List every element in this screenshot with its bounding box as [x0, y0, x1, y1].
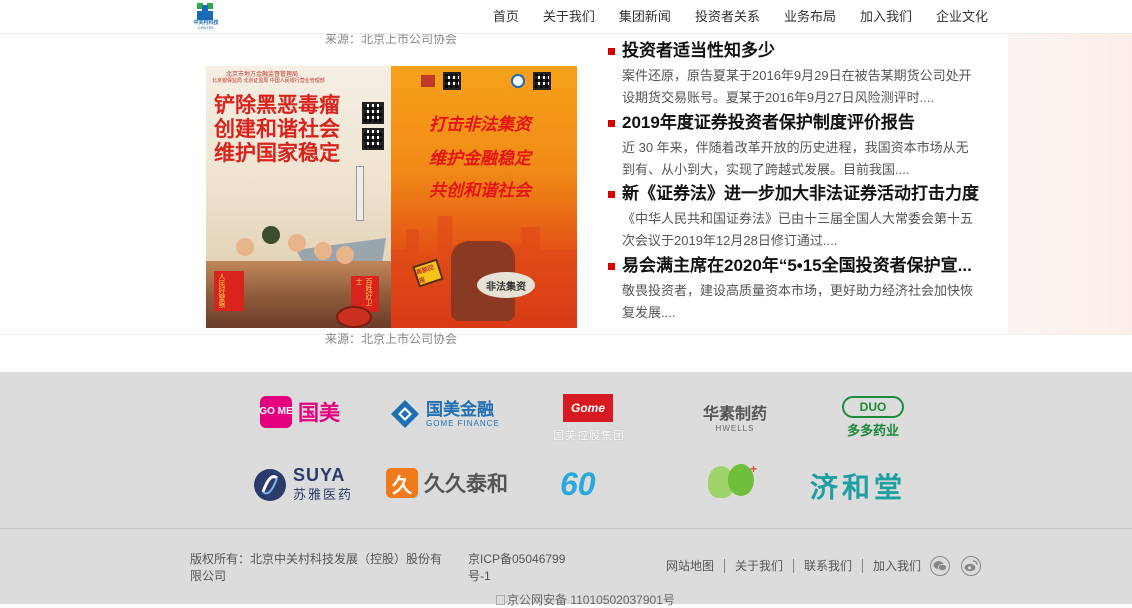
sixty-logo-icon: 60 [560, 466, 596, 502]
news-desc: 敬畏投资者，建设高质量资本市场，更好助力经济社会加快恢复发展.... [622, 283, 974, 320]
gome-finance-en: GOME FINANCE [426, 418, 500, 428]
poster-slogan-2: 维护金融稳定 [429, 149, 531, 168]
gome-finance-name: 国美金融 [426, 399, 494, 419]
nav-business[interactable]: 业务布局 [784, 0, 836, 34]
duoduo-logo-icon: DUO [842, 396, 904, 418]
jiujiu-name: 久久泰和 [424, 473, 508, 496]
suya-name: 苏雅医药 [293, 487, 354, 502]
news-title[interactable]: 新《证券法》进一步加大非法证券活动打击力度 [606, 184, 986, 204]
partner-gome-holding[interactable]: Gome 国美控股集团 [544, 394, 634, 443]
partner-green-brand[interactable]: + [702, 462, 762, 504]
page-footer: 版权所有：北京中关村科技发展（控股）股份有限公司 京ICP备05046799号-… [0, 528, 1132, 607]
news-desc: 近 30 年来，伴随着改革开放的历史进程，我国资本市场从无到有、从小到大，实现了… [622, 140, 969, 177]
drum-image [336, 306, 372, 328]
footer-links: 网站地图 关于我们 联系我们 加入我们 [666, 559, 931, 573]
jiujiu-logo-icon: 久 [386, 468, 418, 498]
duoduo-name: 多多药业 [846, 423, 899, 438]
main-nav: 首页 关于我们 集团新闻 投资者关系 业务布局 加入我们 企业文化 [469, 0, 988, 34]
company-logo[interactable]: 中关村科技 CENTEK [192, 3, 219, 31]
gome-holding-logo-icon: Gome [563, 394, 613, 422]
divider [0, 334, 1132, 335]
top-header: 中关村科技 CENTEK 首页 关于我们 集团新闻 投资者关系 业务布局 加入我… [0, 0, 1132, 34]
footer-link-about[interactable]: 关于我们 [724, 559, 793, 573]
poster-slogan-3: 维护国家稳定 [214, 142, 340, 165]
news-title[interactable]: 易会满主席在2020年“5•15全国投资者保护宣... [606, 256, 986, 276]
plus-icon: + [750, 462, 758, 476]
partner-jihetang[interactable]: 济和堂 [810, 466, 906, 506]
news-item[interactable]: 2019年度证券投资者保护制度评价报告 近 30 年来，伴随着改革开放的历史进程… [606, 113, 986, 181]
news-title[interactable]: 2019年度证券投资者保护制度评价报告 [606, 113, 986, 133]
nav-group-news[interactable]: 集团新闻 [619, 0, 671, 34]
poster-slogan-3: 共创和谐社会 [429, 181, 531, 200]
huasu-en: HWELLS [715, 424, 755, 433]
copyright-text: 版权所有：北京中关村科技发展（控股）股份有限公司 [190, 552, 443, 583]
logo-text-en: CENTEK [197, 25, 215, 30]
footer-link-join[interactable]: 加入我们 [862, 559, 931, 573]
icp-link[interactable]: 京ICP备05046799号-1 [468, 551, 578, 585]
news-item[interactable]: 新《证券法》进一步加大非法证券活动打击力度 《中华人民共和国证券法》已由十三届全… [606, 184, 986, 252]
person-image [336, 246, 354, 264]
nav-join-us[interactable]: 加入我们 [860, 0, 912, 34]
partner-suya[interactable]: SUYA 苏雅医药 [253, 466, 353, 503]
suya-en: SUYA [293, 465, 346, 485]
poster-slogan-1: 打击非法集资 [429, 115, 531, 134]
news-item[interactable]: 易会满主席在2020年“5•15全国投资者保护宣... 敬畏投资者，建设高质量资… [606, 256, 986, 324]
partner-60[interactable]: 60 [560, 466, 596, 503]
police-record[interactable]: 京公网安备 11010502037901号 [496, 591, 675, 608]
nav-about[interactable]: 关于我们 [543, 0, 595, 34]
news-desc: 《中华人民共和国证券法》已由十三届全国人大常委会第十五次会议于2019年12月2… [622, 211, 974, 248]
police-record-text: 京公网安备 11010502037901号 [507, 593, 675, 607]
money-bag-text: 非法集资 [477, 272, 535, 298]
banner-flag: 人民好警察 [214, 271, 244, 311]
qr-code-icon [362, 102, 384, 124]
poster-slogan-1: 铲除黑恶毒瘤 [214, 94, 340, 117]
source-label-bottom: 来源：北京上市公司协会 [325, 332, 458, 346]
partner-logos: GO ME 国美 国美金融 GOME FINANCE Gome 国美控股集团 华… [0, 372, 1132, 528]
partner-jiujiu-taihe[interactable]: 久 久久泰和 [386, 468, 508, 498]
news-title[interactable]: 投资者适当性知多少 [606, 41, 986, 61]
soldier-image [262, 226, 280, 244]
logo-mark-icon [197, 3, 213, 20]
gome-name: 国美 [298, 402, 340, 425]
partner-huasu[interactable]: 华素制药 HWELLS [700, 400, 770, 433]
decorative-background [1008, 34, 1132, 334]
footer-link-contact[interactable]: 联系我们 [793, 559, 862, 573]
poster-slogan-2: 创建和谐社会 [214, 118, 340, 141]
poster-anti-illegal-fundraising[interactable]: 打击非法集资 维护金融稳定 共创和谐社会 高额回报 非法集资 [391, 66, 577, 328]
gome-finance-logo-icon [391, 400, 419, 428]
rocket-image [356, 166, 364, 221]
person-image [288, 234, 306, 252]
wechat-icon[interactable] [930, 556, 950, 576]
partner-gome[interactable]: GO ME 国美 [259, 396, 340, 428]
nav-culture[interactable]: 企业文化 [936, 0, 988, 34]
nav-investor-relations[interactable]: 投资者关系 [695, 0, 760, 34]
emblem-icon [421, 75, 435, 87]
emblem-icon [511, 74, 525, 88]
qr-code-icon [443, 72, 461, 90]
gome-logo-icon: GO ME [259, 396, 293, 428]
partner-gome-finance[interactable]: 国美金融 GOME FINANCE [390, 399, 500, 429]
suya-logo-icon [254, 468, 286, 501]
partner-duoduo[interactable]: DUO 多多药业 [838, 396, 908, 439]
qr-code-icon [362, 128, 384, 150]
news-desc: 案件还原，原告夏某于2016年9月29日在被告某期货公司处开设期货交易账号。夏某… [622, 68, 972, 105]
gome-holding-name: 国美控股集团 [553, 430, 625, 442]
poster-anti-gang[interactable]: 北京市地方金融监督管理局 北京银保监局 北京证监局 中国人民银行营业管理部 铲除… [206, 66, 391, 328]
footer-link-sitemap[interactable]: 网站地图 [666, 559, 724, 573]
poster-small-text-2: 北京银保监局 北京证监局 中国人民银行营业管理部 [212, 78, 325, 84]
banner-left-text: 人民好警察 [218, 273, 225, 308]
person-image [314, 242, 332, 260]
nav-home[interactable]: 首页 [493, 0, 519, 34]
news-item[interactable]: 投资者适当性知多少 案件还原，原告夏某于2016年9月29日在被告某期货公司处开… [606, 41, 986, 109]
person-image [236, 238, 254, 256]
qr-code-icon [533, 72, 551, 90]
weibo-icon[interactable] [961, 556, 981, 576]
huasu-name: 华素制药 [702, 406, 767, 423]
